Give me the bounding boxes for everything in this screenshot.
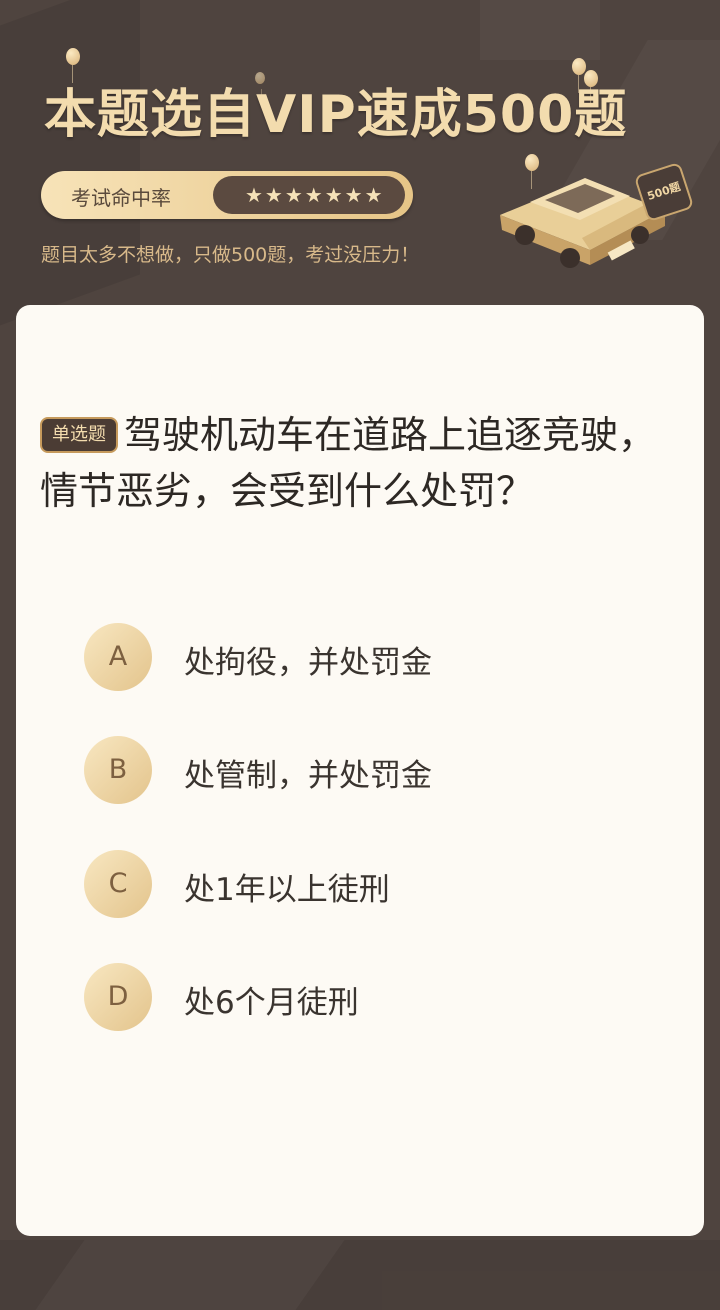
option-text: 处6个月徒刑 <box>184 985 359 1021</box>
option-letter: B <box>84 736 152 804</box>
option-c[interactable]: C 处1年以上徒刑 <box>84 850 644 920</box>
option-text: 处1年以上徒刑 <box>184 872 390 908</box>
option-letter: A <box>84 623 152 691</box>
option-a[interactable]: A 处拘役，并处罚金 <box>84 623 644 693</box>
balloon-icon <box>66 48 80 83</box>
question-type-badge: 单选题 <box>40 417 118 453</box>
banner-subtext: 题目太多不想做，只做500题，考过没压力！ <box>41 244 420 266</box>
question-text: 驾驶机动车在道路上追逐竞驶，情节恶劣，会受到什么处罚？ <box>40 413 657 513</box>
vip-banner: 本题选自VIP速成500题 考试命中率 ★★★★★★★ 题目太多不想做，只做50… <box>0 0 720 305</box>
rating-stars: ★★★★★★★ <box>213 176 405 214</box>
star-icons: ★★★★★★★ <box>245 183 385 207</box>
hit-rate-pill: 考试命中率 ★★★★★★★ <box>41 171 413 219</box>
question-card: 单选题 驾驶机动车在道路上追逐竞驶，情节恶劣，会受到什么处罚？ A 处拘役，并处罚… <box>16 305 704 1236</box>
option-text: 处拘役，并处罚金 <box>184 645 432 681</box>
option-b[interactable]: B 处管制，并处罚金 <box>84 736 644 806</box>
banner-headline: 本题选自VIP速成500题 <box>44 85 628 145</box>
option-letter: D <box>84 963 152 1031</box>
option-letter: C <box>84 850 152 918</box>
hit-rate-label: 考试命中率 <box>71 186 171 210</box>
option-d[interactable]: D 处6个月徒刑 <box>84 963 644 1033</box>
option-text: 处管制，并处罚金 <box>184 758 432 794</box>
question-block: 单选题 驾驶机动车在道路上追逐竞驶，情节恶劣，会受到什么处罚？ <box>40 407 690 519</box>
